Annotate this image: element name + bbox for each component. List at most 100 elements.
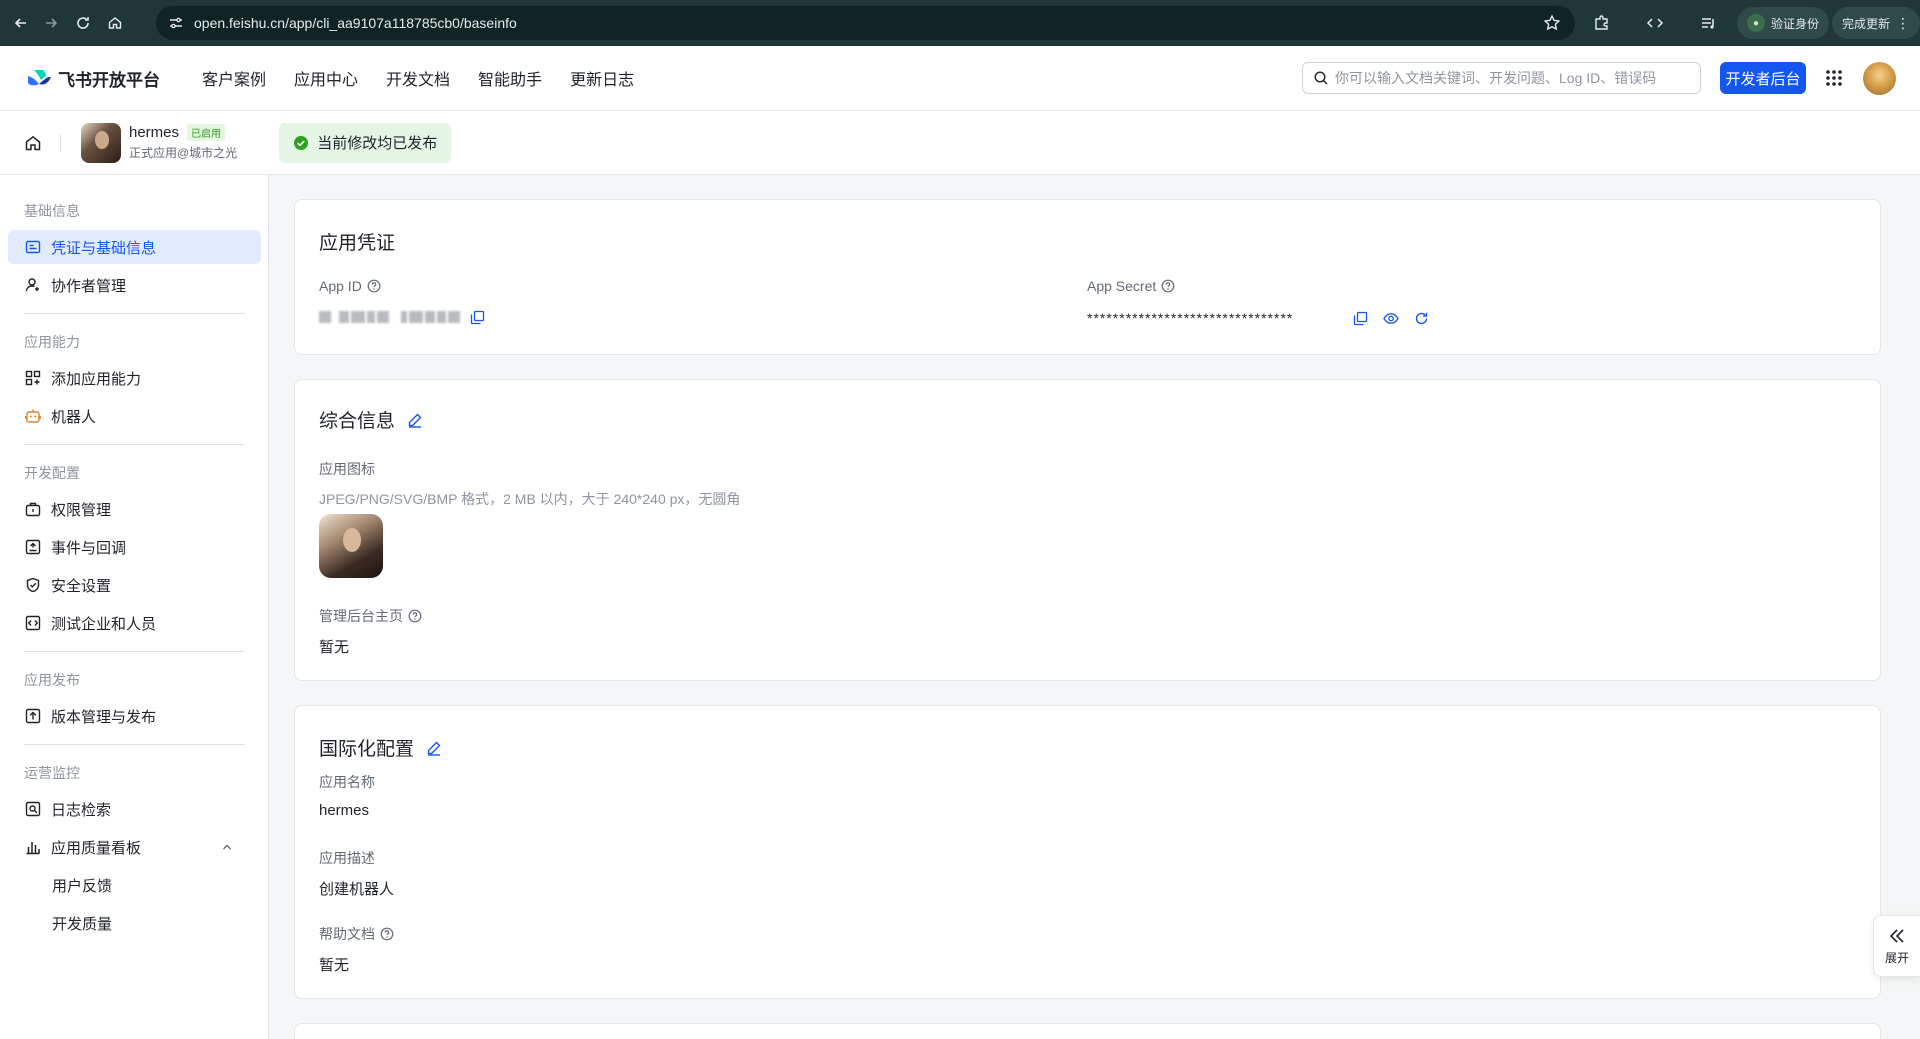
group-title-dev-config: 开发配置 — [24, 465, 80, 481]
arrow-left-icon — [14, 18, 26, 28]
code-box-icon — [25, 615, 41, 631]
sidebar: 基础信息 凭证与基础信息 协作者管理 应用能力 添加应用能力 机器人 开发配置 … — [0, 175, 269, 1039]
sidebar-item-label: 添加应用能力 — [51, 370, 142, 388]
app-secret-label-text: App Secret — [1087, 278, 1157, 294]
user-avatar[interactable] — [1863, 62, 1896, 95]
sidebar-item-robot[interactable]: 机器人 — [8, 399, 261, 433]
app-name: hermes — [129, 124, 180, 141]
home-button[interactable] — [102, 10, 128, 36]
sidebar-item-label: 协作者管理 — [51, 277, 127, 295]
upload-box-icon — [25, 708, 41, 724]
sidebar-item-label: 权限管理 — [51, 501, 112, 519]
app-id-value-redacted — [319, 310, 464, 324]
sidebar-item-label: 应用质量看板 — [51, 839, 142, 857]
feishu-logo[interactable]: 飞书开放平台 — [26, 66, 160, 91]
site-header: 飞书开放平台 客户案例 应用中心 开发文档 智能助手 更新日志 开发者后台 — [0, 46, 1920, 111]
edit-icon[interactable] — [407, 412, 423, 428]
help-doc-label-text: 帮助文档 — [319, 926, 375, 942]
app-name-value: hermes — [319, 802, 370, 819]
menu-item-app-center[interactable]: 应用中心 — [294, 66, 358, 90]
menu-item-assistant[interactable]: 智能助手 — [478, 66, 542, 90]
sidebar-item-security[interactable]: 安全设置 — [8, 568, 261, 602]
forward-button[interactable] — [38, 10, 64, 36]
search-icon — [1314, 71, 1328, 85]
divider — [24, 651, 245, 652]
eye-icon[interactable] — [1383, 311, 1399, 326]
more-vert-icon: ⋮ — [1896, 14, 1910, 31]
group-title-release: 应用发布 — [24, 672, 80, 688]
sidebar-item-versions[interactable]: 版本管理与发布 — [8, 699, 261, 733]
menu-item-changelog[interactable]: 更新日志 — [570, 66, 634, 90]
help-icon[interactable] — [367, 279, 381, 293]
app-icon-label: 应用图标 — [319, 461, 375, 477]
general-info-title: 综合信息 — [319, 406, 423, 433]
copy-icon[interactable] — [1353, 311, 1368, 326]
sidebar-item-label: 开发质量 — [52, 915, 113, 933]
menu-item-docs[interactable]: 开发文档 — [386, 66, 450, 90]
sidebar-item-label: 凭证与基础信息 — [51, 239, 157, 257]
browser-toolbar: open.feishu.cn/app/cli_aa9107a118785cb0/… — [0, 0, 1920, 46]
sidebar-item-collaborators[interactable]: 协作者管理 — [8, 268, 261, 302]
admin-home-label: 管理后台主页 — [319, 606, 422, 626]
apps-grid-icon[interactable] — [1824, 68, 1844, 88]
playlist-icon — [1702, 18, 1714, 29]
menu-item-cases[interactable]: 客户案例 — [202, 66, 266, 90]
admin-home-label-text: 管理后台主页 — [319, 608, 403, 624]
bookmark-star-icon[interactable] — [1543, 14, 1561, 32]
app-name-label: 应用名称 — [319, 774, 375, 790]
divider — [24, 444, 245, 445]
sidebar-item-test-tenants[interactable]: 测试企业和人员 — [8, 606, 261, 640]
app-avatar — [81, 122, 121, 163]
next-card — [294, 1023, 1881, 1039]
chevron-up-icon[interactable] — [221, 841, 233, 853]
sidebar-item-log-search[interactable]: 日志检索 — [8, 792, 261, 826]
i18n-card: 国际化配置 应用名称 hermes 应用描述 创建机器人 帮助文档 暂无 — [294, 705, 1881, 999]
reading-list-button[interactable] — [1700, 0, 1718, 46]
sidebar-item-credentials[interactable]: 凭证与基础信息 — [8, 230, 261, 264]
reload-icon — [77, 17, 89, 29]
app-subtitle: 正式应用@城市之光 — [129, 146, 238, 160]
sidebar-item-label: 机器人 — [51, 408, 97, 426]
event-icon — [25, 539, 41, 555]
sidebar-item-add-capability[interactable]: 添加应用能力 — [8, 361, 261, 395]
help-icon[interactable] — [408, 609, 422, 623]
app-id-label: App ID — [319, 278, 381, 294]
log-search-icon — [25, 801, 41, 817]
app-icon-image[interactable] — [319, 514, 383, 578]
credential-icon — [25, 240, 41, 254]
divider — [24, 744, 245, 745]
sidebar-item-permissions[interactable]: 权限管理 — [8, 492, 261, 526]
verify-label: 验证身份 — [1771, 16, 1820, 31]
profile-avatar-icon: ● — [1747, 14, 1765, 32]
back-button[interactable] — [8, 10, 34, 36]
edit-icon[interactable] — [426, 740, 442, 756]
logo-text: 飞书开放平台 — [58, 70, 160, 90]
help-icon[interactable] — [1161, 279, 1175, 293]
sidebar-item-events[interactable]: 事件与回调 — [8, 530, 261, 564]
sidebar-item-label: 用户反馈 — [52, 877, 113, 895]
help-icon[interactable] — [380, 927, 394, 941]
home-icon[interactable] — [24, 134, 42, 152]
extensions-button[interactable] — [1593, 0, 1611, 46]
url-text[interactable]: open.feishu.cn/app/cli_aa9107a118785cb0/… — [194, 15, 517, 31]
refresh-icon[interactable] — [1414, 311, 1429, 326]
publish-status-banner: 当前修改均已发布 — [279, 122, 452, 163]
update-button[interactable]: 完成更新 ⋮ — [1832, 7, 1920, 39]
shield-icon — [26, 577, 40, 593]
developer-console-button[interactable]: 开发者后台 — [1720, 62, 1806, 94]
site-settings-icon[interactable] — [168, 15, 184, 31]
i18n-title: 国际化配置 — [319, 734, 442, 761]
sidebar-item-user-feedback[interactable]: 用户反馈 — [8, 868, 261, 902]
expand-panel-button[interactable]: 展开 — [1873, 915, 1920, 977]
devtools-button[interactable] — [1646, 0, 1664, 46]
address-bar[interactable]: open.feishu.cn/app/cli_aa9107a118785cb0/… — [156, 6, 1575, 40]
home-icon — [108, 17, 122, 29]
reload-button[interactable] — [70, 10, 96, 36]
search-input[interactable] — [1335, 70, 1675, 86]
copy-icon[interactable] — [470, 310, 485, 325]
sidebar-item-dev-quality[interactable]: 开发质量 — [8, 906, 261, 940]
search-box[interactable] — [1302, 62, 1701, 94]
profile-verify-button[interactable]: ● 验证身份 — [1737, 7, 1830, 39]
sidebar-item-quality-board[interactable]: 应用质量看板 — [8, 830, 261, 864]
briefcase-icon — [25, 502, 41, 517]
